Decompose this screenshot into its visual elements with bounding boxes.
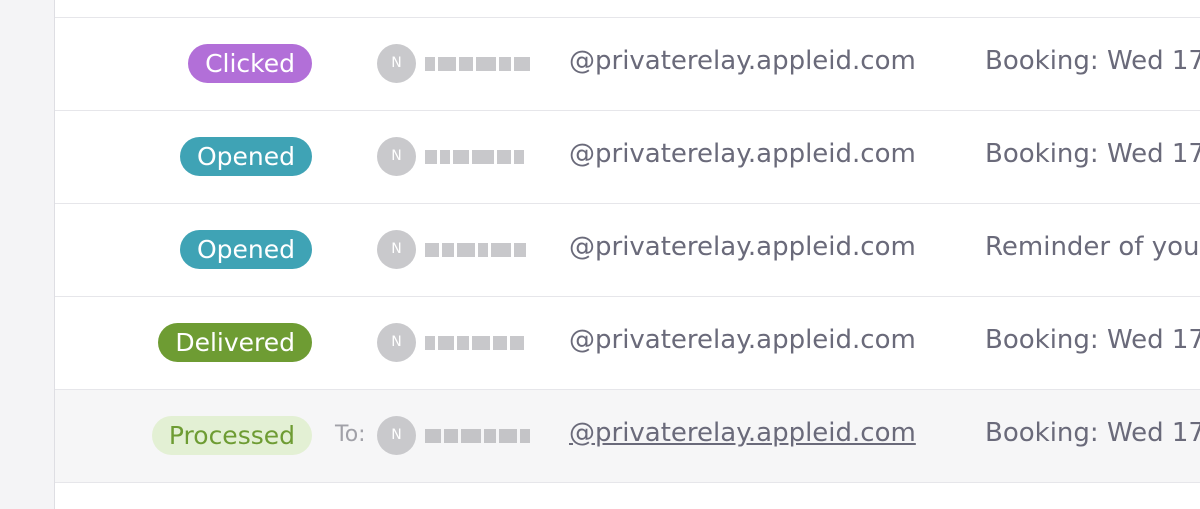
- email-subject: Booking: Wed 17: [985, 46, 1200, 76]
- recipient-email: @privaterelay.appleid.com: [569, 232, 916, 262]
- redacted-email-prefix: [425, 44, 567, 83]
- email-activity-list: Clicked N @privaterelay.appleid.com Book…: [55, 0, 1200, 509]
- table-row[interactable]: Delivered N @privaterelay.appleid.com Bo…: [55, 297, 1200, 390]
- table-row[interactable]: Opened N @privaterelay.appleid.com Booki…: [55, 111, 1200, 204]
- email-subject: Booking: Wed 17: [985, 418, 1200, 448]
- email-subject: Booking: Wed 17: [985, 325, 1200, 355]
- avatar: N: [377, 44, 416, 83]
- redacted-email-prefix: [425, 323, 567, 362]
- redacted-email-prefix: [425, 416, 567, 455]
- table-row[interactable]: Processed To: N @privaterelay.appleid.co…: [55, 390, 1200, 483]
- avatar: N: [377, 230, 416, 269]
- redacted-email-prefix: [425, 137, 567, 176]
- recipient-email: @privaterelay.appleid.com: [569, 46, 916, 76]
- recipient-email: @privaterelay.appleid.com: [569, 139, 916, 169]
- email-subject: Reminder of you: [985, 232, 1200, 262]
- email-subject: Booking: Wed 17: [985, 139, 1200, 169]
- to-label: To:: [335, 422, 366, 447]
- status-badge-opened: Opened: [179, 230, 312, 269]
- left-gutter: [0, 0, 55, 509]
- list-top-divider: [55, 0, 1200, 18]
- table-row[interactable]: Opened N @privaterelay.appleid.com Remin…: [55, 204, 1200, 297]
- table-row[interactable]: Clicked N @privaterelay.appleid.com Book…: [55, 18, 1200, 111]
- avatar: N: [377, 416, 416, 455]
- avatar: N: [377, 323, 416, 362]
- status-badge-clicked: Clicked: [188, 44, 312, 83]
- avatar: N: [377, 137, 416, 176]
- redacted-email-prefix: [425, 230, 567, 269]
- recipient-email: @privaterelay.appleid.com: [569, 325, 916, 355]
- status-badge-processed: Processed: [151, 416, 312, 455]
- recipient-email-link[interactable]: @privaterelay.appleid.com: [569, 418, 916, 448]
- status-badge-delivered: Delivered: [158, 323, 312, 362]
- status-badge-opened: Opened: [179, 137, 312, 176]
